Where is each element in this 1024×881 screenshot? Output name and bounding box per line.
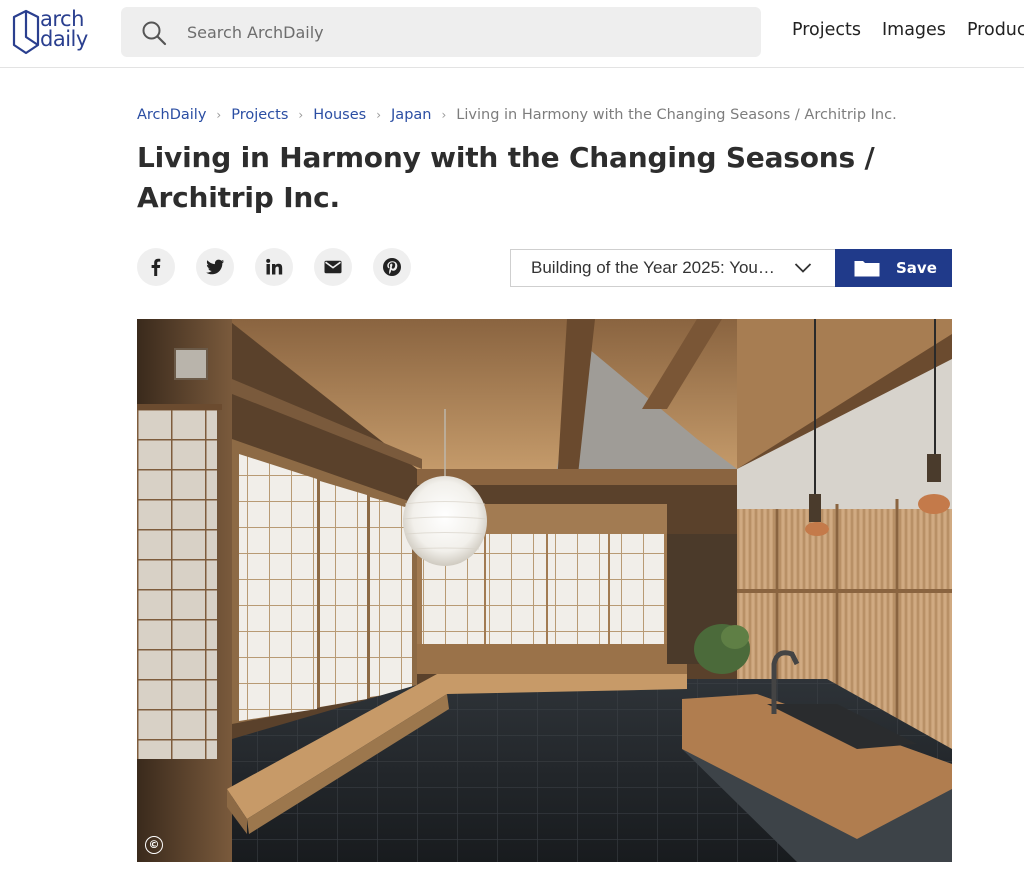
email-icon (324, 260, 342, 274)
nav-projects[interactable]: Projects (792, 20, 861, 46)
chevron-right-icon: › (298, 108, 304, 122)
search-input[interactable] (187, 19, 727, 45)
main-nav: Projects Images Products (792, 20, 1024, 46)
linkedin-icon (266, 258, 283, 275)
project-photo[interactable]: © (137, 319, 952, 862)
breadcrumb-archdaily[interactable]: ArchDaily (137, 107, 206, 123)
share-buttons (137, 248, 411, 286)
search-icon (142, 21, 167, 46)
share-facebook-button[interactable] (137, 248, 175, 286)
search-bar[interactable] (121, 7, 761, 57)
folder-select-value: Building of the Year 2025: You… (531, 258, 775, 277)
facebook-icon (151, 258, 161, 276)
folder-icon (854, 261, 880, 277)
save-button[interactable]: Save (835, 249, 952, 287)
share-linkedin-button[interactable] (255, 248, 293, 286)
nav-products[interactable]: Products (967, 20, 1024, 46)
top-navigation-bar: arch daily Projects Images Products (0, 0, 1024, 68)
chevron-right-icon: › (376, 108, 382, 122)
breadcrumb-projects[interactable]: Projects (231, 107, 288, 123)
breadcrumb-current: Living in Harmony with the Changing Seas… (456, 107, 897, 123)
folder-select[interactable]: Building of the Year 2025: You… (510, 249, 836, 287)
breadcrumb-japan[interactable]: Japan (391, 107, 431, 123)
share-email-button[interactable] (314, 248, 352, 286)
breadcrumb-houses[interactable]: Houses (313, 107, 366, 123)
breadcrumb: ArchDaily › Projects › Houses › Japan › … (137, 104, 897, 126)
save-button-label: Save (896, 259, 937, 277)
logo-line-daily: daily (40, 27, 88, 51)
twitter-icon (206, 259, 224, 275)
page-title: Living in Harmony with the Changing Seas… (137, 141, 875, 214)
chevron-down-icon (794, 263, 812, 273)
logo-line-arch: arch (40, 7, 84, 31)
nav-images[interactable]: Images (882, 20, 946, 46)
pinterest-icon (383, 258, 401, 276)
copyright-badge[interactable]: © (145, 836, 163, 854)
chevron-right-icon: › (216, 108, 222, 122)
share-pinterest-button[interactable] (373, 248, 411, 286)
logo-wordmark: arch daily (40, 7, 88, 51)
interior-photo (137, 319, 952, 862)
share-twitter-button[interactable] (196, 248, 234, 286)
chevron-right-icon: › (441, 108, 447, 122)
